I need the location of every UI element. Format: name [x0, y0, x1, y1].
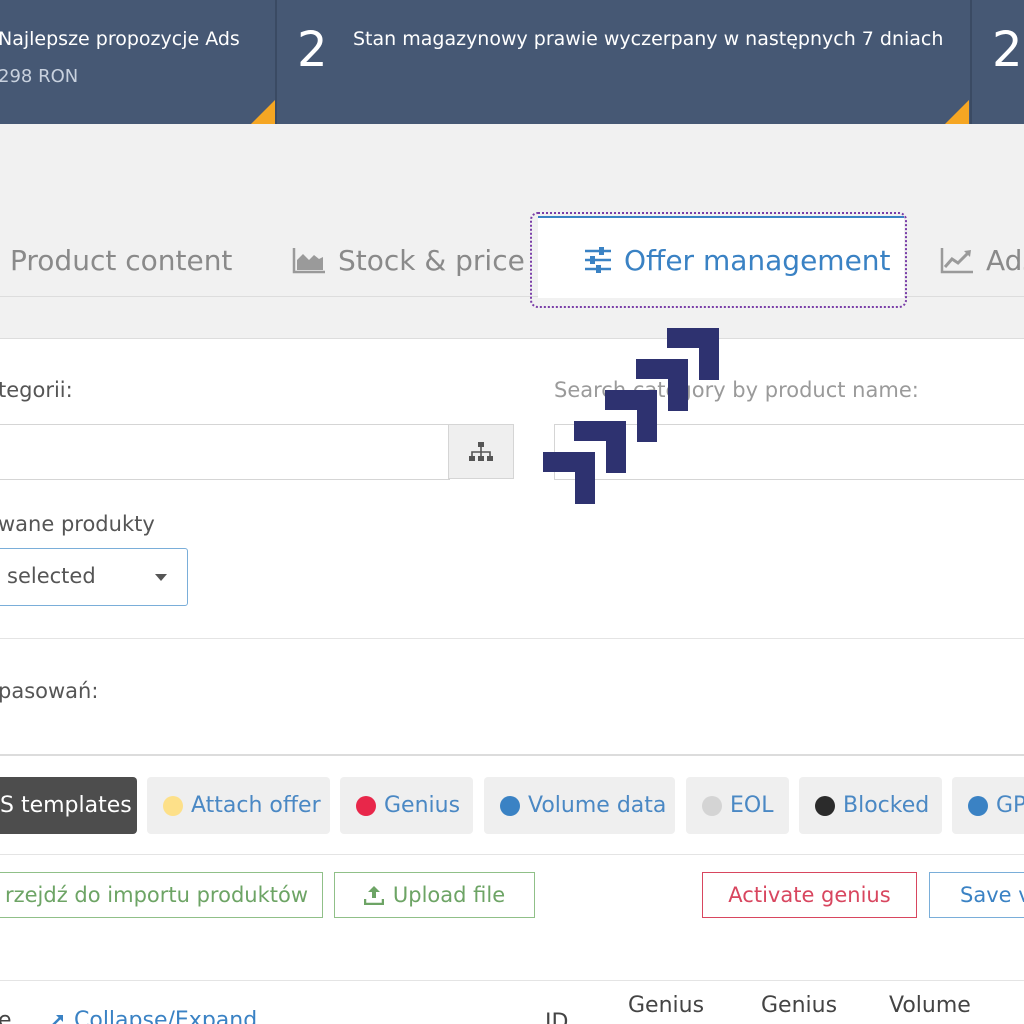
stepped-arrows-graphic: [543, 328, 719, 504]
filter-chip-attach-offer[interactable]: Attach offer: [147, 777, 330, 834]
category-tree-button[interactable]: [448, 424, 514, 479]
matches-label: pasowań:: [0, 679, 99, 703]
link-label: Collapse/Expand: [74, 1008, 258, 1024]
filter-chip-genius[interactable]: Genius: [340, 777, 473, 834]
column-header-genius[interactable]: Genius: [761, 993, 837, 1018]
button-label: Activate genius: [728, 883, 891, 907]
filter-chip-templates[interactable]: S templates: [0, 777, 137, 834]
caret-down-icon: [155, 574, 167, 581]
tab-label: Offer management: [624, 243, 891, 277]
column-header-id[interactable]: ID: [545, 1010, 568, 1024]
sliders-icon: [585, 247, 611, 273]
filter-chip-volume-data[interactable]: Volume data: [484, 777, 675, 834]
category-label: tegorii:: [0, 378, 73, 402]
expand-arrow-icon: [51, 1014, 63, 1024]
notification-card-ads[interactable]: Najlepsze propozycje Ads 298 RON: [0, 0, 275, 124]
tab-product-content[interactable]: Product content: [10, 236, 232, 284]
divider: [0, 854, 1024, 855]
products-label: wane produkty: [0, 512, 155, 536]
status-dot-icon: [500, 795, 520, 816]
card-title: Stan magazynowy prawie wyczerpany w nast…: [353, 28, 944, 50]
upload-file-button[interactable]: Upload file: [334, 872, 535, 918]
card-divider: [970, 0, 972, 124]
area-chart-icon: [292, 248, 325, 274]
status-dot-icon: [702, 795, 722, 816]
corner-flag-icon: [945, 100, 969, 124]
tab-label: Stock & price: [338, 243, 525, 277]
card-count: 2: [992, 22, 1023, 78]
filter-chip-gp[interactable]: GP: [952, 777, 1024, 834]
tab-label: Ads: [986, 243, 1024, 277]
card-count: 2: [297, 22, 328, 78]
column-header-volume[interactable]: Volume: [889, 993, 971, 1018]
tab-offer-management[interactable]: Offer management: [584, 236, 891, 284]
divider: [0, 754, 1024, 756]
notification-card-stock[interactable]: 2 Stan magazynowy prawie wyczerpany w na…: [275, 0, 970, 124]
tab-label: Product content: [10, 243, 233, 277]
filter-chip-eol[interactable]: EOL: [686, 777, 789, 834]
divider: [0, 980, 1024, 981]
category-input[interactable]: [0, 424, 450, 480]
column-header: e: [0, 1008, 12, 1024]
button-label: Upload file: [392, 883, 506, 907]
button-label: Save v: [960, 883, 1024, 907]
card-title: Najlepsze propozycje Ads: [0, 28, 240, 50]
activate-genius-button[interactable]: Activate genius: [702, 872, 917, 918]
collapse-expand-link[interactable]: Collapse/Expand: [48, 1008, 257, 1024]
notification-card-next[interactable]: 2: [970, 0, 1024, 124]
chip-label: Genius: [384, 793, 461, 818]
filter-chip-blocked[interactable]: Blocked: [799, 777, 942, 834]
tab-ads[interactable]: Ads: [940, 236, 1024, 284]
line-chart-icon: [940, 248, 973, 274]
save-view-button[interactable]: Save v: [929, 872, 1024, 918]
divider: [0, 638, 1024, 639]
button-label: rzejdź do importu produktów: [4, 883, 309, 907]
notification-banner: Najlepsze propozycje Ads 298 RON 2 Stan …: [0, 0, 1024, 124]
chip-label: Attach offer: [191, 793, 321, 818]
card-subtitle: 298 RON: [0, 66, 79, 87]
status-dot-icon: [356, 795, 376, 816]
import-products-button[interactable]: rzejdź do importu produktów: [0, 872, 323, 918]
status-dot-icon: [815, 795, 835, 816]
chip-label: S templates: [0, 793, 132, 818]
status-dot-icon: [163, 795, 183, 816]
corner-flag-icon: [251, 100, 275, 124]
section-divider: [0, 338, 1024, 339]
chip-label: Volume data: [528, 793, 667, 818]
chip-label: GP: [996, 793, 1024, 818]
column-header-genius[interactable]: Genius: [628, 993, 704, 1018]
card-divider: [275, 0, 277, 124]
products-select-value: selected: [7, 564, 96, 588]
products-select[interactable]: selected: [0, 548, 188, 606]
upload-icon: [363, 886, 384, 905]
status-dot-icon: [968, 795, 988, 816]
tab-stock-price[interactable]: Stock & price: [292, 236, 525, 284]
chip-label: EOL: [730, 793, 774, 818]
chip-label: Blocked: [843, 793, 930, 818]
sitemap-icon: [469, 441, 493, 461]
